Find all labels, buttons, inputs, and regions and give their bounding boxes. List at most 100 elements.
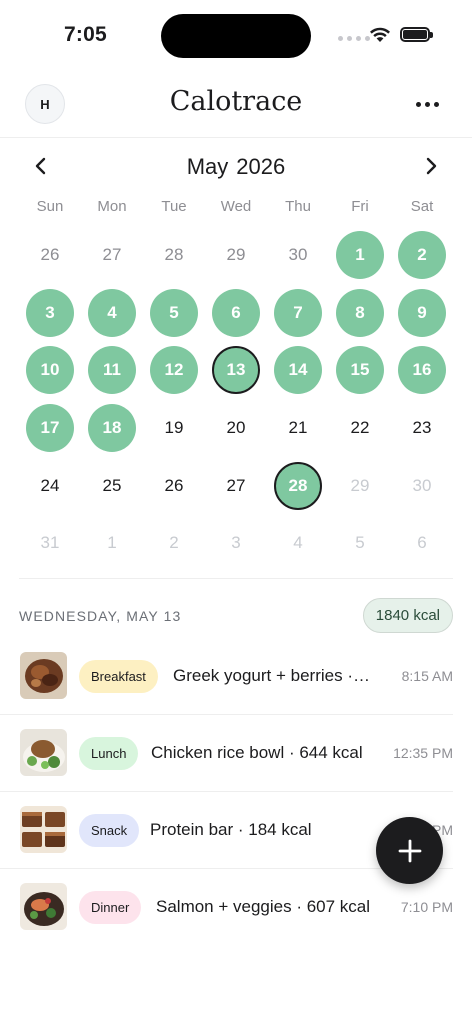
meal-tag-lunch: Lunch — [79, 737, 139, 770]
status-time: 7:05 — [64, 23, 107, 46]
calendar-day[interactable]: 18 — [81, 399, 143, 457]
calendar-day[interactable]: 31 — [19, 514, 81, 572]
calendar-day[interactable]: 24 — [19, 457, 81, 515]
calendar-day[interactable]: 14 — [267, 341, 329, 399]
calendar-day[interactable]: 5 — [143, 284, 205, 342]
meal-row-dinner[interactable]: Dinner Salmon + veggies · 607 kcal 7:10 … — [0, 869, 453, 946]
calendar-day-number: 14 — [274, 346, 322, 395]
meal-tag-dinner: Dinner — [79, 891, 142, 924]
status-bar: 7:05 — [0, 0, 472, 70]
calendar-day-number: 6 — [212, 288, 260, 337]
calendar-day[interactable]: 27 — [205, 457, 267, 515]
calendar-day[interactable]: 25 — [81, 457, 143, 515]
calendar-day[interactable]: 29 — [329, 457, 391, 515]
weekday-label: Fri — [351, 198, 369, 215]
year-label: 2026 — [236, 154, 286, 179]
calendar-day[interactable]: 6 — [391, 514, 453, 572]
calendar-day[interactable]: 19 — [143, 399, 205, 457]
calendar-day[interactable]: 10 — [19, 341, 81, 399]
calendar-day[interactable]: 13 — [205, 341, 267, 399]
calendar-day[interactable]: 30 — [391, 457, 453, 515]
calendar-day-number: 26 — [40, 244, 60, 264]
calendar-day[interactable]: 26 — [19, 226, 81, 284]
calendar-day-number: 13 — [212, 346, 260, 395]
calendar-day[interactable]: 28 — [143, 226, 205, 284]
weekday-label: Wed — [220, 198, 252, 215]
calendar-day[interactable]: 23 — [391, 399, 453, 457]
calendar-day[interactable]: 20 — [205, 399, 267, 457]
calendar-day-number: 5 — [150, 288, 198, 337]
calendar-day[interactable]: 2 — [391, 226, 453, 284]
calendar-day-number: 27 — [226, 475, 246, 495]
calendar-day[interactable]: 7 — [267, 284, 329, 342]
meal-tag-breakfast: Breakfast — [79, 660, 158, 693]
next-month-button[interactable] — [416, 151, 446, 181]
calendar-day-number: 6 — [417, 533, 427, 553]
calendar-day-number: 20 — [226, 417, 246, 437]
calendar-day[interactable]: 2 — [143, 514, 205, 572]
calendar-day-number: 31 — [40, 533, 60, 553]
avatar-button[interactable]: H — [25, 84, 65, 124]
plus-icon — [398, 839, 421, 862]
calendar-day-number: 5 — [355, 533, 365, 553]
calendar-day[interactable]: 6 — [205, 284, 267, 342]
chicken-plate-photo-icon — [20, 729, 67, 776]
calendar-day[interactable]: 8 — [329, 284, 391, 342]
pastry-photo-icon — [20, 652, 67, 699]
month-year-label: May 2026 — [0, 154, 472, 180]
meal-time: 12:35 PM — [393, 745, 453, 761]
calendar-day-number: 18 — [88, 403, 136, 452]
calendar-day-number: 3 — [231, 533, 241, 553]
meal-time: 8:15 AM — [401, 668, 453, 684]
calendar-day-number: 12 — [150, 346, 198, 395]
calendar-day[interactable]: 3 — [205, 514, 267, 572]
calendar-day-number: 19 — [164, 417, 184, 437]
calendar-day[interactable]: 17 — [19, 399, 81, 457]
calendar-day[interactable]: 16 — [391, 341, 453, 399]
calendar-day[interactable]: 27 — [81, 226, 143, 284]
calendar-day[interactable]: 28 — [267, 457, 329, 515]
calendar-day[interactable]: 11 — [81, 341, 143, 399]
calendar-day[interactable]: 5 — [329, 514, 391, 572]
calendar-day-number: 25 — [102, 475, 122, 495]
calendar-day-number: 28 — [274, 461, 322, 510]
calendar-day-number: 16 — [398, 346, 446, 395]
calendar-day-number: 2 — [398, 230, 446, 279]
calendar-day[interactable]: 4 — [267, 514, 329, 572]
calendar-day-number: 26 — [164, 475, 184, 495]
calendar-day[interactable]: 9 — [391, 284, 453, 342]
more-options-button[interactable] — [408, 90, 446, 118]
meal-description: Chicken rice bowl · 644 kcal — [151, 743, 363, 762]
calendar-day[interactable]: 1 — [81, 514, 143, 572]
calendar-day[interactable]: 12 — [143, 341, 205, 399]
calendar-day-number: 27 — [102, 244, 122, 264]
calendar-day[interactable]: 29 — [205, 226, 267, 284]
calendar-day[interactable]: 15 — [329, 341, 391, 399]
calendar-day[interactable]: 21 — [267, 399, 329, 457]
meal-time: 7:10 PM — [400, 899, 453, 915]
chevron-right-icon — [426, 157, 437, 175]
calendar-day-number: 30 — [288, 244, 308, 264]
meal-row-breakfast[interactable]: Breakfast Greek yogurt + berries · 394 k… — [0, 638, 453, 715]
meal-row-lunch[interactable]: Lunch Chicken rice bowl · 644 kcal 12:35… — [0, 715, 453, 792]
add-meal-button[interactable] — [376, 817, 443, 884]
calendar-day-number: 10 — [26, 346, 74, 395]
calendar-day[interactable]: 30 — [267, 226, 329, 284]
calendar-day-number: 4 — [293, 533, 303, 553]
weekday-header: Sun Mon Tue Wed Thu Fri Sat — [19, 198, 453, 215]
meal-description: Greek yogurt + berries · 394 kcal — [173, 666, 373, 685]
calendar-day-number: 22 — [350, 417, 370, 437]
calendar-day[interactable]: 22 — [329, 399, 391, 457]
calendar-day[interactable]: 26 — [143, 457, 205, 515]
calendar-day[interactable]: 1 — [329, 226, 391, 284]
app-header: H Calotrace — [0, 70, 472, 138]
calendar-day[interactable]: 3 — [19, 284, 81, 342]
cellular-signal-icon — [338, 36, 370, 41]
calendar-day-number: 7 — [274, 288, 322, 337]
meal-description: Protein bar · 184 kcal — [150, 820, 312, 839]
calendar-day-number: 9 — [398, 288, 446, 337]
meal-list: Breakfast Greek yogurt + berries · 394 k… — [0, 638, 472, 946]
calendar-day[interactable]: 4 — [81, 284, 143, 342]
meal-description: Salmon + veggies · 607 kcal — [156, 897, 371, 916]
calendar-day-number: 21 — [288, 417, 308, 437]
